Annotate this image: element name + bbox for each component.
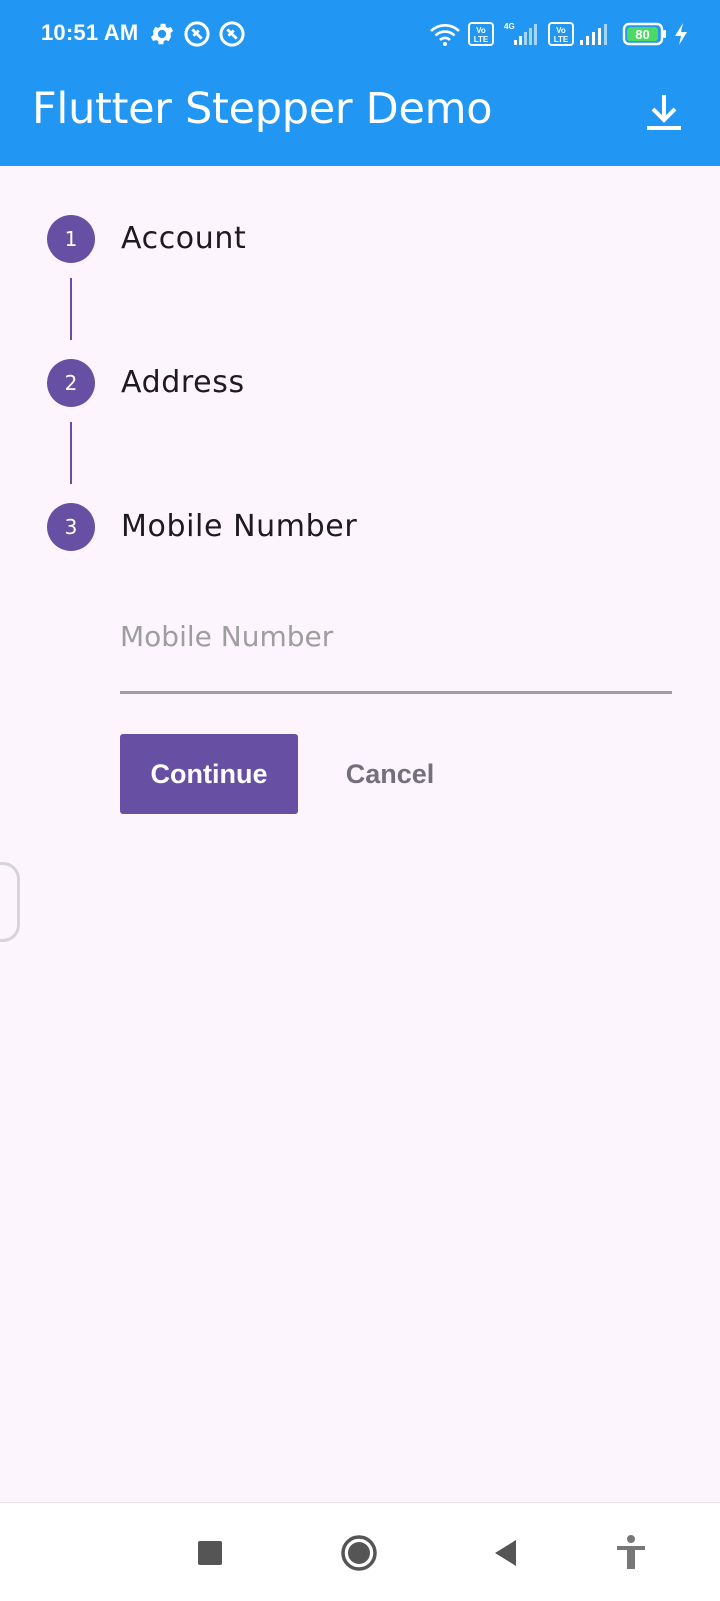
home-circle-icon — [341, 1535, 377, 1571]
home-button[interactable] — [337, 1531, 381, 1575]
wifi-icon — [428, 20, 462, 48]
accessibility-icon — [617, 1535, 645, 1569]
status-bar: 10:51 AM Vo LTE 4G Vo LTE 80 — [0, 0, 720, 70]
signal-bars-icon — [578, 20, 610, 48]
system-nav-bar — [0, 1502, 720, 1601]
status-time: 10:51 AM — [41, 20, 139, 45]
step-number-circle: 2 — [47, 359, 95, 407]
svg-text:LTE: LTE — [554, 35, 569, 44]
step-title: Mobile Number — [121, 509, 358, 544]
nearby-share-icon-2 — [218, 20, 246, 48]
continue-button[interactable]: Continue — [120, 734, 298, 814]
step-title: Address — [121, 365, 245, 400]
signal-4g-icon: 4G — [500, 20, 540, 48]
step-title: Account — [121, 221, 247, 256]
edge-swipe-handle[interactable] — [0, 862, 20, 942]
svg-text:4G: 4G — [504, 22, 515, 31]
mobile-number-input[interactable] — [120, 620, 672, 653]
mobile-number-field[interactable] — [120, 608, 672, 694]
step-connector-line — [70, 422, 72, 484]
step-number-circle: 1 — [47, 215, 95, 263]
step-connector-line — [70, 278, 72, 340]
nearby-share-icon — [183, 20, 211, 48]
svg-text:LTE: LTE — [474, 35, 489, 44]
svg-text:Vo: Vo — [556, 26, 566, 35]
svg-text:Vo: Vo — [476, 26, 486, 35]
recents-button[interactable] — [188, 1531, 232, 1575]
download-icon — [647, 95, 681, 130]
charging-bolt-icon — [672, 20, 690, 48]
step-number-circle: 3 — [47, 503, 95, 551]
back-triangle-icon — [495, 1540, 516, 1566]
app-header: 10:51 AM Vo LTE 4G Vo LTE 80 Flutter Ste… — [0, 0, 720, 166]
battery-level: 80 — [635, 27, 649, 42]
volte-icon: Vo LTE — [468, 20, 494, 48]
settings-gear-icon — [148, 20, 176, 48]
app-bar-title: Flutter Stepper Demo — [32, 84, 493, 134]
download-button[interactable] — [640, 88, 688, 136]
volte-icon-2: Vo LTE — [548, 20, 574, 48]
back-button[interactable] — [485, 1531, 529, 1575]
accessibility-button[interactable] — [609, 1531, 653, 1575]
recents-square-icon — [198, 1541, 222, 1565]
battery-icon: 80 — [622, 20, 668, 48]
cancel-button[interactable]: Cancel — [318, 734, 462, 814]
